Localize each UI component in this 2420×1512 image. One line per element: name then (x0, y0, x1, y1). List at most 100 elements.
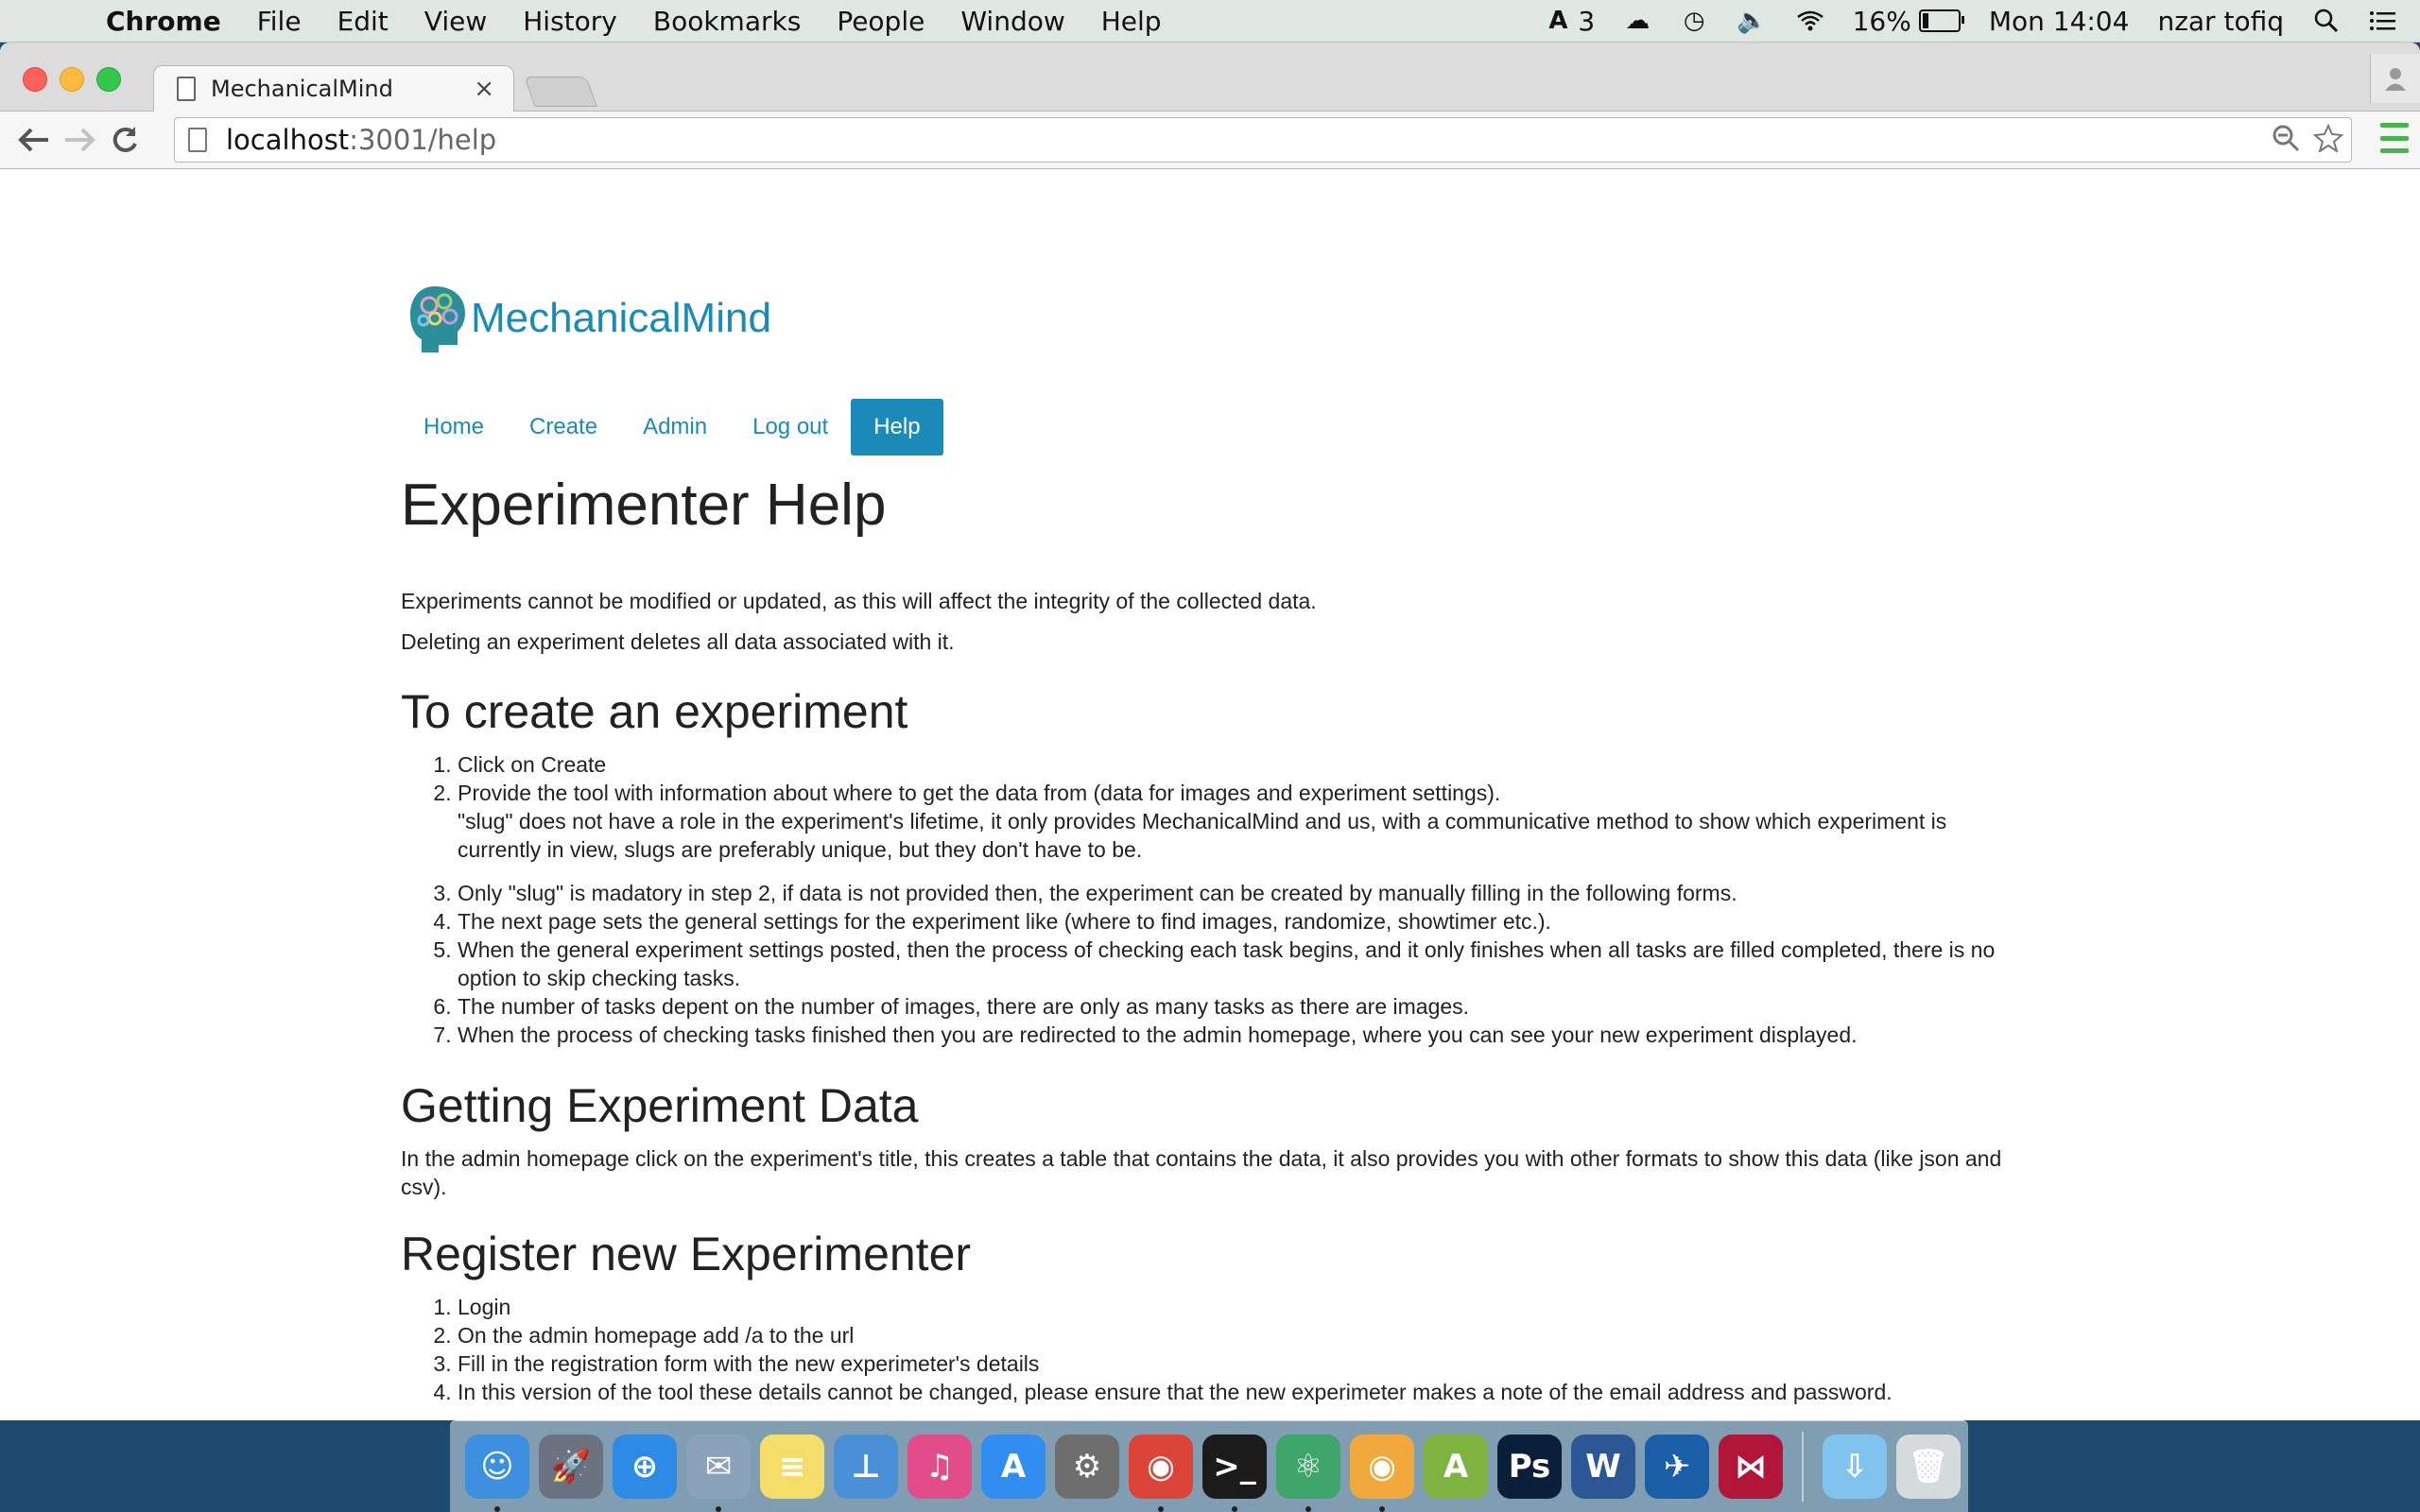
word-icon[interactable]: W (1571, 1435, 1635, 1499)
battery-fill (1922, 13, 1928, 28)
list-item: In this version of the tool these detail… (458, 1378, 2027, 1406)
back-arrow-icon[interactable] (11, 117, 57, 163)
wireshark-icon[interactable]: ✈ (1645, 1435, 1709, 1499)
page-info-icon[interactable] (188, 128, 207, 152)
site-brand[interactable]: MechanicalMind (406, 283, 771, 354)
address-bar[interactable]: localhost:3001/help (174, 117, 2352, 163)
bookmark-star-icon[interactable] (2312, 123, 2344, 160)
tab-title: MechanicalMind (211, 76, 393, 102)
menu-history[interactable]: History (523, 6, 617, 37)
intro-paragraph-1: Experiments cannot be modified or update… (401, 589, 1317, 613)
running-indicator (1379, 1506, 1385, 1512)
running-indicator (494, 1506, 500, 1512)
menu-bookmarks[interactable]: Bookmarks (653, 6, 801, 37)
menu-help[interactable]: Help (1101, 6, 1162, 37)
adobe-count: 3 (1578, 5, 1596, 37)
photoshop-icon[interactable]: Ps (1497, 1435, 1562, 1499)
nav-admin[interactable]: Admin (620, 399, 730, 455)
battery-status[interactable]: 16% (1852, 5, 1964, 37)
mendeley-icon[interactable]: ⋈ (1719, 1435, 1783, 1499)
trash-icon[interactable]: 🗑 (1896, 1435, 1961, 1499)
list-item: Login (458, 1293, 2027, 1321)
tab-close-icon[interactable]: × (474, 75, 494, 103)
notification-center-icon[interactable] (2369, 7, 2397, 35)
battery-percent: 16% (1852, 5, 1911, 37)
url-path: :3001/help (349, 124, 497, 156)
safari-icon[interactable]: ⊕ (613, 1435, 677, 1499)
list-item: Provide the tool with information about … (458, 779, 2027, 864)
profile-avatar-icon[interactable] (2370, 54, 2420, 103)
list-item: The next page sets the general settings … (458, 907, 2027, 936)
chrome-menu-icon[interactable] (2380, 123, 2409, 153)
adobe-creative-cloud-status[interactable]: A 3 (1544, 6, 1595, 37)
tab-strip: MechanicalMind × (0, 43, 2420, 112)
app-store-icon[interactable]: A (981, 1435, 1046, 1499)
system-preferences-icon[interactable]: ⚙ (1055, 1435, 1119, 1499)
menu-app-chrome[interactable]: Chrome (106, 6, 221, 37)
clock[interactable]: Mon 14:04 (1989, 6, 2130, 37)
keynote-icon[interactable]: ⊥ (834, 1435, 898, 1499)
cloud-icon[interactable]: ☁ (1623, 7, 1651, 35)
adobe-icon: A (1548, 7, 1568, 35)
running-indicator (1158, 1506, 1164, 1512)
itunes-icon[interactable]: ♫ (908, 1435, 972, 1499)
chrome-icon[interactable]: ◉ (1129, 1435, 1193, 1512)
wifi-icon[interactable] (1796, 7, 1824, 35)
status-area: A 3 ☁ ◷ 🔈 16% Mon 14:04 nzar tofiq (1544, 0, 2397, 42)
finder-icon[interactable]: ☺ (465, 1435, 529, 1512)
window-maximize-button[interactable] (96, 67, 121, 92)
data-paragraph: In the admin homepage click on the exper… (401, 1146, 2002, 1199)
dock-separator (1802, 1432, 1804, 1502)
main-nav: Home Create Admin Log out Help (401, 399, 943, 455)
terminal-icon[interactable]: >_ (1202, 1435, 1267, 1512)
menu-window[interactable]: Window (960, 6, 1064, 37)
menu-edit[interactable]: Edit (337, 6, 389, 37)
list-item: When the general experiment settings pos… (458, 936, 2027, 992)
list-item: The number of tasks depent on the number… (458, 992, 2027, 1021)
running-indicator (716, 1506, 721, 1512)
chrome-window: MechanicalMind × localhost:3001/help Mec… (0, 43, 2420, 1420)
zoom-icon[interactable] (2272, 124, 2300, 160)
running-indicator (1305, 1506, 1311, 1512)
window-close-button[interactable] (23, 67, 47, 92)
url-text[interactable]: localhost:3001/help (226, 124, 496, 156)
user-name[interactable]: nzar tofiq (2157, 6, 2284, 37)
battery-icon (1918, 9, 1964, 32)
url-host: localhost (226, 124, 350, 156)
launchpad-icon[interactable]: 🚀 (539, 1435, 603, 1499)
atom-icon[interactable]: ⚛ (1276, 1435, 1340, 1512)
downloads-folder-icon[interactable]: ⇩ (1823, 1435, 1887, 1499)
menu-view[interactable]: View (424, 6, 487, 37)
list-item: Click on Create (458, 750, 2027, 779)
nav-create[interactable]: Create (507, 399, 620, 455)
tab-mechanicalmind[interactable]: MechanicalMind × (153, 65, 514, 112)
register-steps-list: Login On the admin homepage add /a to th… (401, 1293, 2027, 1406)
dock: ☺ 🚀 ⊕ ✉ ≡ ⊥ ♫ A ⚙ ◉ >_ ⚛ ◉ A Ps W ✈ ⋈ ⇩ 🗑 (450, 1420, 1968, 1512)
list-item: Fill in the registration form with the n… (458, 1349, 2027, 1378)
time-machine-icon[interactable]: ◷ (1680, 7, 1708, 35)
menu-bar: Chrome File Edit View History Bookmarks … (0, 0, 2420, 43)
brand-name: MechanicalMind (471, 295, 771, 341)
menu-file[interactable]: File (257, 6, 302, 37)
volume-icon[interactable]: 🔈 (1737, 7, 1767, 35)
page-title: Experimenter Help (401, 472, 887, 538)
list-item: On the admin homepage add /a to the url (458, 1321, 2027, 1349)
reload-icon[interactable] (102, 117, 147, 163)
list-item-text: Provide the tool with information about … (458, 781, 1501, 805)
preview-icon[interactable]: ✉ (686, 1435, 751, 1512)
notes-icon[interactable]: ≡ (760, 1435, 824, 1499)
spotlight-search-icon[interactable] (2312, 7, 2341, 35)
nav-home[interactable]: Home (401, 399, 507, 455)
chrome-canary-icon[interactable]: ◉ (1350, 1435, 1414, 1512)
nav-logout[interactable]: Log out (730, 399, 851, 455)
new-tab-button[interactable] (524, 77, 597, 107)
list-item: Only "slug" is madatory in step 2, if da… (458, 879, 2027, 907)
menu-people[interactable]: People (837, 6, 925, 37)
forward-arrow-icon[interactable] (57, 117, 102, 163)
create-heading: To create an experiment (401, 685, 908, 738)
window-minimize-button[interactable] (60, 67, 84, 92)
android-studio-icon[interactable]: A (1424, 1435, 1488, 1499)
create-steps-list: Click on Create Provide the tool with in… (401, 750, 2027, 1049)
slug-note: "slug" does not have a role in the exper… (458, 809, 1947, 862)
nav-help[interactable]: Help (851, 399, 943, 455)
